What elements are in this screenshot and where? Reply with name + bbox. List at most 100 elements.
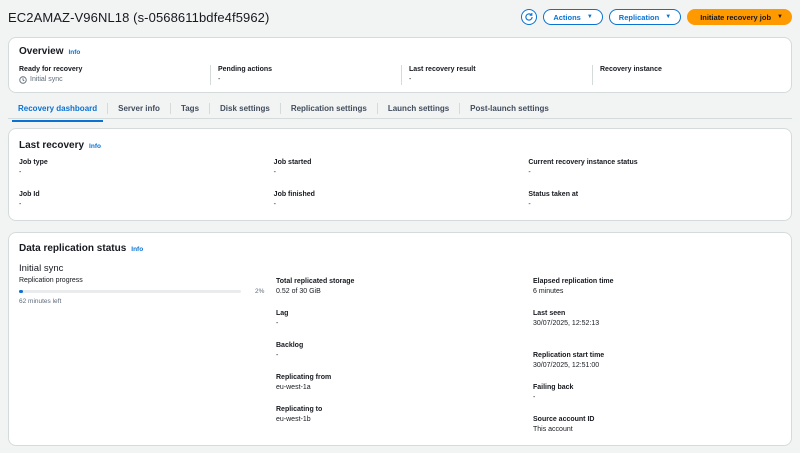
replicating-to-field: Replicating to eu-west-1b: [276, 405, 526, 437]
initiate-recovery-job-label: Initiate recovery job: [700, 12, 772, 22]
current-recovery-status-label: Current recovery instance status: [528, 159, 638, 166]
backlog-value: -: [276, 352, 279, 359]
lag-field: Lag -: [276, 309, 526, 341]
tab-bar: Recovery dashboard Server info Tags Disk…: [8, 99, 792, 122]
page-title: EC2AMAZ-V96NL18 (s-0568611bdfe4f5962): [8, 9, 270, 25]
actions-button-label: Actions: [553, 12, 581, 22]
overview-pending-actions: Pending actions -: [210, 65, 401, 85]
tab-recovery-dashboard[interactable]: Recovery dashboard: [8, 103, 107, 122]
job-finished-label: Job finished: [273, 191, 315, 198]
overview-heading: Overview: [19, 46, 64, 57]
replication-progress-percent: 2%: [255, 288, 265, 295]
replication-button-label: Replication: [618, 12, 660, 22]
overview-ready-for-recovery: Ready for recovery Initial sync: [19, 65, 210, 85]
data-replication-info-link[interactable]: Info: [131, 246, 143, 253]
total-replicated-storage-label: Total replicated storage: [276, 278, 355, 285]
source-account-id-value: This account: [533, 426, 573, 433]
ready-for-recovery-label: Ready for recovery: [19, 66, 83, 73]
replication-progress-fill: [19, 290, 24, 293]
initiate-recovery-job-button[interactable]: Initiate recovery job ▼: [687, 9, 792, 25]
failing-back-value: -: [533, 394, 536, 401]
last-recovery-info-link[interactable]: Info: [89, 143, 101, 150]
job-type-field: Job type -: [19, 158, 274, 178]
job-id-field: Job Id -: [19, 190, 274, 210]
tab-launch-settings[interactable]: Launch settings: [376, 103, 459, 114]
replication-start-time-field: Replication start time 30/07/2025, 12:51…: [533, 351, 783, 383]
replication-details-right: Elapsed replication time 6 minutes Last …: [533, 277, 783, 447]
source-account-id-field: Source account ID This account: [533, 415, 783, 447]
recovery-instance-label: Recovery instance: [600, 66, 662, 73]
current-recovery-status-value: -: [528, 169, 531, 176]
data-replication-heading: Data replication status: [19, 243, 127, 254]
replication-details-middle: Total replicated storage 0.52 of 30 GiB …: [276, 277, 526, 437]
job-started-value: -: [273, 169, 277, 176]
overview-columns: Ready for recovery Initial sync Pending …: [19, 65, 783, 85]
elapsed-replication-time-value: 6 minutes: [533, 288, 564, 295]
replication-progress-bar: [19, 290, 241, 293]
total-replicated-storage-field: Total replicated storage 0.52 of 30 GiB: [276, 277, 526, 309]
replicating-from-label: Replicating from: [276, 374, 332, 381]
replication-progress-row: 2%: [19, 288, 269, 295]
pending-actions-label: Pending actions: [218, 66, 273, 73]
last-seen-label: Last seen: [533, 310, 566, 317]
pending-actions-value: -: [218, 76, 221, 83]
replication-button[interactable]: Replication ▼: [608, 9, 682, 25]
elapsed-replication-time-field: Elapsed replication time 6 minutes: [533, 277, 783, 309]
last-recovery-title: Last recovery Info: [19, 140, 101, 151]
failing-back-field: Failing back -: [533, 383, 783, 415]
failing-back-label: Failing back: [533, 384, 574, 391]
tab-server-info[interactable]: Server info: [107, 103, 170, 114]
in-progress-status-icon: [19, 76, 27, 84]
job-finished-value: -: [273, 201, 277, 208]
elapsed-replication-time-label: Elapsed replication time: [533, 278, 614, 285]
job-type-label: Job type: [19, 159, 48, 166]
backlog-label: Backlog: [276, 342, 304, 349]
job-id-label: Job Id: [19, 191, 40, 198]
header-actions: Actions ▼ Replication ▼ Initiate recover…: [521, 9, 792, 25]
replication-progress-section: Initial sync Replication progress 2% 62 …: [19, 263, 269, 305]
tab-post-launch-settings[interactable]: Post-launch settings: [459, 103, 559, 114]
source-account-id-label: Source account ID: [533, 416, 595, 423]
replicating-from-field: Replicating from eu-west-1a: [276, 373, 526, 405]
overview-info-link[interactable]: Info: [68, 49, 80, 56]
overview-recovery-instance: Recovery instance: [592, 65, 783, 85]
last-seen-field: Last seen 30/07/2025, 12:52:13: [533, 309, 783, 351]
last-recovery-heading: Last recovery: [19, 140, 85, 151]
page-header: EC2AMAZ-V96NL18 (s-0568611bdfe4f5962) Ac…: [8, 6, 792, 28]
status-taken-at-label: Status taken at: [528, 191, 579, 198]
job-finished-field: Job finished -: [274, 190, 529, 210]
data-replication-panel: Data replication status Info Initial syn…: [8, 232, 792, 446]
job-id-value: -: [19, 201, 22, 208]
overview-panel: Overview Info Ready for recovery Initial…: [8, 37, 792, 93]
tab-disk-settings[interactable]: Disk settings: [209, 103, 280, 114]
backlog-field: Backlog -: [276, 341, 526, 373]
job-type-value: -: [19, 169, 22, 176]
status-taken-at-field: Status taken at -: [528, 190, 783, 210]
job-started-label: Job started: [273, 159, 312, 166]
last-recovery-row-1: Job type - Job started - Current recover…: [19, 158, 783, 178]
last-recovery-panel: Last recovery Info Job type - Job starte…: [8, 128, 792, 221]
replication-start-time-label: Replication start time: [533, 352, 605, 359]
replication-time-left: 62 minutes left: [19, 298, 62, 305]
lag-value: -: [276, 320, 279, 327]
tab-replication-settings[interactable]: Replication settings: [279, 103, 377, 114]
total-replicated-storage-value: 0.52 of 30 GiB: [276, 288, 321, 295]
replicating-from-value: eu-west-1a: [276, 384, 311, 391]
job-started-field: Job started -: [274, 158, 529, 178]
overview-title: Overview Info: [19, 46, 80, 57]
refresh-icon: [525, 12, 534, 21]
refresh-button[interactable]: [521, 9, 538, 25]
replicating-to-label: Replicating to: [276, 406, 323, 413]
caret-down-icon: ▼: [586, 14, 593, 20]
last-seen-value: 30/07/2025, 12:52:13: [533, 320, 600, 327]
ready-for-recovery-text: Initial sync: [30, 76, 63, 83]
last-recovery-result-value: -: [409, 76, 412, 83]
actions-button[interactable]: Actions ▼: [543, 9, 603, 25]
tab-tags[interactable]: Tags: [169, 103, 209, 114]
replicating-to-value: eu-west-1b: [276, 416, 311, 423]
data-replication-title: Data replication status Info: [19, 243, 143, 254]
caret-down-icon: ▼: [665, 14, 672, 20]
overview-last-recovery-result: Last recovery result -: [401, 65, 592, 85]
replication-state: Initial sync: [19, 263, 64, 274]
current-recovery-status-field: Current recovery instance status -: [528, 158, 783, 178]
